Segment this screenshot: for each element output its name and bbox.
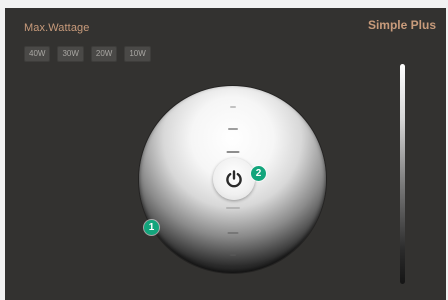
knob-tick <box>227 232 238 234</box>
power-icon <box>226 170 242 188</box>
callout-badge-2: 2 <box>251 166 266 181</box>
wattage-30w-button[interactable]: 30W <box>57 46 84 62</box>
knob-tick <box>225 207 240 209</box>
wattage-20w-button[interactable]: 20W <box>90 46 118 62</box>
callout-badge-1: 1 <box>144 220 159 235</box>
brightness-slider[interactable] <box>400 64 405 284</box>
knob-tick <box>229 254 236 256</box>
brand-label: Simple Plus <box>367 18 436 32</box>
knob-tick <box>229 106 236 108</box>
knob-tick <box>227 128 238 130</box>
control-panel: Max.Wattage Simple Plus 40W 30W 20W 10W … <box>5 8 446 300</box>
dimmer-knob[interactable] <box>139 86 326 273</box>
max-wattage-label: Max.Wattage <box>24 22 90 34</box>
wattage-40w-button[interactable]: 40W <box>24 46 51 62</box>
knob-tick <box>226 151 239 153</box>
power-button[interactable] <box>213 158 255 200</box>
wattage-options: 40W 30W 20W 10W <box>24 46 151 62</box>
wattage-10w-button[interactable]: 10W <box>124 46 151 62</box>
